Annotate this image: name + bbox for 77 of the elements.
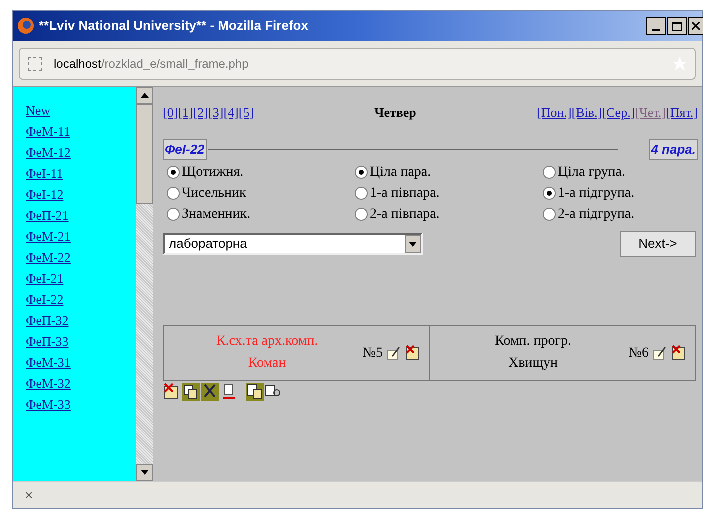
subject-text: К.сх.та арх.комп. xyxy=(216,333,318,351)
option-label: 2-а підгрупа. xyxy=(558,206,635,224)
subject-text: Комп. прогр. xyxy=(495,333,572,351)
scroll-up-icon[interactable] xyxy=(140,93,148,98)
option-label: Щотижня. xyxy=(182,164,244,182)
radio-button[interactable] xyxy=(543,166,556,179)
delete-icon[interactable] xyxy=(405,345,421,361)
day-title: Четвер xyxy=(374,104,416,122)
pencil-icon[interactable] xyxy=(387,345,401,361)
group-link[interactable]: ФеІ-12 xyxy=(26,187,136,202)
paste-icon[interactable] xyxy=(220,383,238,401)
window-title: **Lviv National University** - Mozilla Firefox xyxy=(39,17,310,36)
pair-label: 4 пара. xyxy=(649,138,698,160)
group-link[interactable]: ФеІ-11 xyxy=(26,166,136,181)
option-label: 1-а підгрупа. xyxy=(558,185,635,203)
option-label: 1-а півпара. xyxy=(370,185,440,203)
maximize-button[interactable] xyxy=(667,17,687,35)
delete-icon[interactable] xyxy=(163,383,181,401)
copy-icon[interactable] xyxy=(182,383,200,401)
group-label: ФеІ-22 xyxy=(163,138,207,160)
pair-link[interactable]: [5] xyxy=(238,103,254,122)
radio-button[interactable] xyxy=(355,187,368,200)
lesson-number: №5 xyxy=(362,344,383,362)
close-icon xyxy=(692,22,700,30)
group-link[interactable]: ФеІ-21 xyxy=(26,271,136,286)
pair-link[interactable]: [4] xyxy=(224,103,239,122)
group-link[interactable]: ФеМ-21 xyxy=(26,229,136,244)
day-link[interactable]: [Пон.] xyxy=(537,103,572,122)
group-link[interactable]: ФеП-21 xyxy=(26,208,136,223)
dropdown-arrow-icon xyxy=(409,242,417,246)
radio-button[interactable] xyxy=(355,208,368,221)
next-button[interactable]: Next-> xyxy=(620,231,696,257)
day-link[interactable]: [Пят.] xyxy=(666,103,698,122)
address-text: localhost/rozklad_e/small_frame.php xyxy=(54,56,250,72)
pair-link[interactable]: [0] xyxy=(163,103,178,122)
browser-logo-icon xyxy=(17,17,35,35)
pair-link[interactable]: [3] xyxy=(208,103,224,122)
scroll-down-icon[interactable] xyxy=(140,470,148,475)
lesson-type-select[interactable]: лабораторна xyxy=(163,233,423,255)
page-icon xyxy=(28,56,42,70)
scrollbar[interactable] xyxy=(136,87,153,481)
group-link[interactable]: ФеМ-12 xyxy=(26,145,136,160)
pair-link[interactable]: [1] xyxy=(178,103,194,122)
group-link[interactable]: ФеІ-22 xyxy=(26,292,136,307)
option-label: Знаменник. xyxy=(182,206,251,224)
pair-link[interactable]: [2] xyxy=(193,103,209,122)
group-link[interactable]: ФеП-32 xyxy=(26,313,136,328)
radio-button[interactable] xyxy=(543,187,556,200)
group-link[interactable]: ФеМ-11 xyxy=(26,124,136,139)
group-link[interactable]: New xyxy=(26,103,136,118)
day-link[interactable]: [Вів.] xyxy=(572,103,602,122)
group-link[interactable]: ФеМ-32 xyxy=(26,376,136,391)
option-label: Ціла пара. xyxy=(370,164,432,182)
option-label: 2-а півпара. xyxy=(370,206,440,224)
group-link[interactable]: ФеМ-33 xyxy=(26,397,136,412)
option-label: Ціла група. xyxy=(558,164,626,182)
pencil-icon[interactable] xyxy=(653,345,667,361)
address-bar[interactable]: localhost/rozklad_e/small_frame.php xyxy=(19,48,696,80)
radio-button[interactable] xyxy=(167,166,180,179)
minimize-button[interactable] xyxy=(646,17,666,35)
scissors-icon[interactable] xyxy=(201,383,219,401)
radio-button[interactable] xyxy=(543,208,556,221)
radio-button[interactable] xyxy=(355,166,368,179)
group-link[interactable]: ФеП-33 xyxy=(26,334,136,349)
delete-icon[interactable] xyxy=(671,345,687,361)
lesson-number: №6 xyxy=(628,344,649,362)
day-link[interactable]: [Сер.] xyxy=(602,103,636,122)
group-link[interactable]: ФеМ-22 xyxy=(26,250,136,265)
teacher-text: Коман xyxy=(248,355,286,373)
close-button[interactable] xyxy=(688,17,703,35)
close-status-button[interactable]: × xyxy=(25,484,34,506)
option-label: Чисельник xyxy=(182,185,246,203)
group-link[interactable]: ФеМ-31 xyxy=(26,355,136,370)
move-icon[interactable] xyxy=(246,383,264,401)
radio-button[interactable] xyxy=(167,187,180,200)
radio-button[interactable] xyxy=(167,208,180,221)
teacher-text: Хвищун xyxy=(508,355,558,373)
